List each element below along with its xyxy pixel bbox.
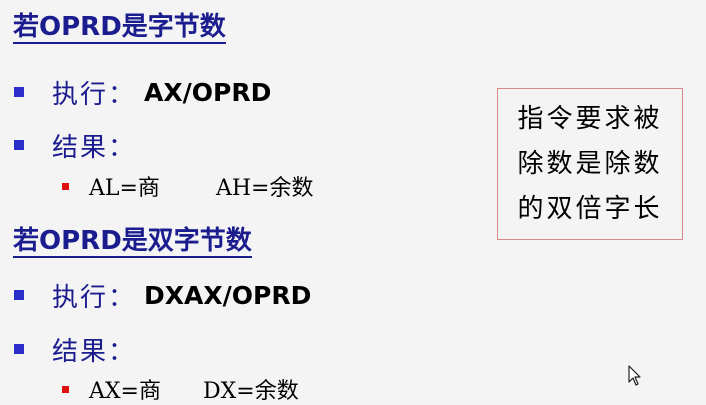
section1-heading-code: OPRD [39, 12, 122, 42]
section2-exec-code: DXAX/OPRD [144, 280, 312, 310]
section1-heading-prefix: 若 [13, 12, 40, 42]
section1-result-detail: AL=商 AH=余数 [62, 172, 314, 201]
section2-exec-row: 执行： DXAX/OPRD [14, 279, 312, 313]
section1-result-quotient: AL=商 [89, 176, 160, 201]
sub-bullet-icon [62, 385, 69, 393]
note-box: 指令要求被 除数是除数 的双倍字长 [497, 88, 683, 240]
bullet-icon [14, 290, 24, 300]
section1-exec-row: 执行： AX/OPRD [14, 76, 272, 110]
section1-result-remainder: AH=余数 [215, 176, 314, 201]
note-line-2: 除数是除数 [517, 148, 663, 179]
bullet-icon [14, 344, 24, 354]
section1-result-label: 结果： [52, 132, 137, 163]
bullet-icon [14, 140, 24, 150]
sub-bullet-icon [62, 182, 69, 190]
section2-heading-code: OPRD [39, 226, 122, 256]
section1-result-row: 结果： [14, 129, 137, 163]
section2-result-label: 结果： [52, 336, 137, 367]
section1-exec-code: AX/OPRD [144, 77, 272, 107]
section2-result-detail: AX=商 DX=余数 [62, 375, 299, 404]
section2-result-quotient: AX=商 [89, 379, 161, 404]
section1-heading: 若OPRD是字节数 [13, 12, 226, 44]
mouse-pointer-icon [628, 365, 641, 386]
section2-heading-prefix: 若 [13, 226, 40, 256]
section1-heading-suffix: 是字节数 [121, 12, 226, 42]
section2-exec-label: 执行： [52, 282, 137, 313]
section2-heading-suffix: 是双字节数 [121, 226, 252, 256]
note-line-1: 指令要求被 [517, 103, 663, 134]
section2-heading: 若OPRD是双字节数 [13, 226, 252, 258]
bullet-icon [14, 87, 24, 97]
section1-exec-label: 执行： [52, 79, 137, 110]
note-line-3: 的双倍字长 [517, 193, 663, 224]
section2-result-row: 结果： [14, 333, 137, 367]
section2-result-remainder: DX=余数 [202, 379, 299, 404]
